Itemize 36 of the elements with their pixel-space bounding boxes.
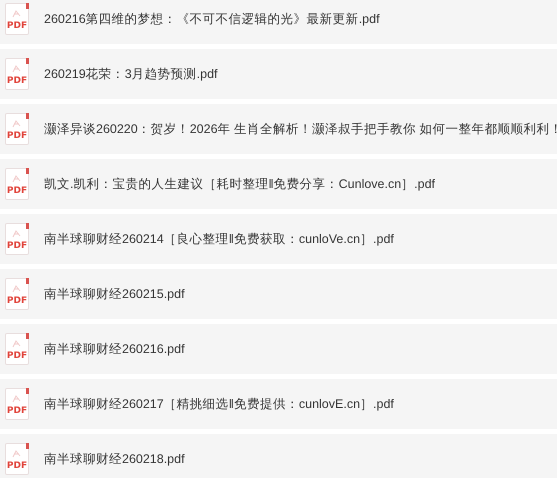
file-row[interactable]: PDF 南半球聊财经260218.pdf bbox=[0, 434, 557, 478]
acrobat-icon bbox=[12, 119, 21, 128]
file-name: 南半球聊财经260214［良心整理‖免费获取：cunloVe.cn］.pdf bbox=[44, 230, 394, 248]
file-name: 南半球聊财经260215.pdf bbox=[44, 286, 185, 303]
file-name: 南半球聊财经260217［精挑细选‖免费提供：cunlovE.cn］.pdf bbox=[44, 396, 394, 413]
acrobat-icon bbox=[12, 9, 21, 18]
file-name: 260216第四维的梦想：《不可不信逻辑的光》最新更新.pdf bbox=[44, 10, 380, 28]
acrobat-icon bbox=[12, 339, 21, 348]
pdf-label: PDF bbox=[6, 187, 28, 196]
file-row[interactable]: PDF 260219花荣：3月趋势预测.pdf bbox=[0, 49, 557, 99]
file-name: 灏泽异谈260220：贺岁！2026年 生肖全解析！灏泽叔手把手教你 如何一整年都顺顺利利！ bbox=[44, 120, 557, 138]
file-row[interactable]: PDF 南半球聊财经260217［精挑细选‖免费提供：cunlovE.cn］.pdf bbox=[0, 379, 557, 429]
acrobat-icon bbox=[12, 394, 21, 403]
pdf-label: PDF bbox=[6, 132, 28, 141]
file-row[interactable]: PDF 灏泽异谈260220：贺岁！2026年 生肖全解析！灏泽叔手把手教你 如何一整年都顺顺利利！ bbox=[0, 104, 557, 154]
pdf-label: PDF bbox=[6, 297, 28, 306]
pdf-label: PDF bbox=[6, 352, 28, 361]
file-row[interactable]: PDF 凯文.凯利：宝贵的人生建议［耗时整理‖免费分享：Cunlove.cn］.pdf bbox=[0, 159, 557, 209]
pdf-label: PDF bbox=[6, 407, 28, 416]
pdf-label: PDF bbox=[6, 242, 28, 251]
pdf-label: PDF bbox=[6, 77, 28, 86]
acrobat-icon bbox=[12, 229, 21, 238]
file-row[interactable]: PDF 南半球聊财经260214［良心整理‖免费获取：cunloVe.cn］.pdf bbox=[0, 214, 557, 264]
acrobat-icon bbox=[12, 174, 21, 183]
acrobat-icon bbox=[12, 449, 21, 458]
acrobat-icon bbox=[12, 284, 21, 293]
file-name: 南半球聊财经260218.pdf bbox=[44, 450, 185, 468]
file-name: 凯文.凯利：宝贵的人生建议［耗时整理‖免费分享：Cunlove.cn］.pdf bbox=[44, 176, 436, 193]
file-row[interactable]: PDF 南半球聊财经260215.pdf bbox=[0, 269, 557, 319]
pdf-label: PDF bbox=[6, 462, 28, 471]
file-row[interactable]: PDF 260216第四维的梦想：《不可不信逻辑的光》最新更新.pdf bbox=[0, 0, 557, 44]
file-name: 南半球聊财经260216.pdf bbox=[44, 340, 185, 358]
file-name: 260219花荣：3月趋势预测.pdf bbox=[44, 66, 218, 83]
acrobat-icon bbox=[12, 64, 21, 73]
file-row[interactable]: PDF 南半球聊财经260216.pdf bbox=[0, 324, 557, 374]
pdf-label: PDF bbox=[6, 22, 28, 31]
